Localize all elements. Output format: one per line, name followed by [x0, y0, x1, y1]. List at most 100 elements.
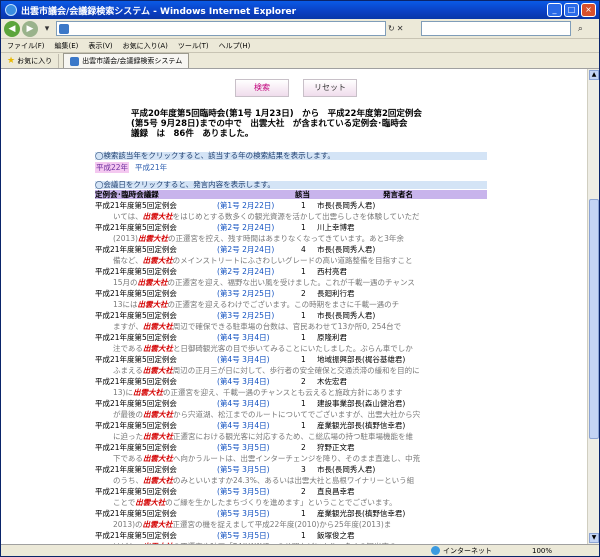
keyword-highlight: 出雲大社	[132, 388, 163, 397]
table-row: 平成21年度第5回定例会 第4号 3月4日 1 建設事業部長(森山健治君) が最後の出雲…	[95, 399, 487, 421]
results-table-header: 定例会･臨時会議録 該当 発言者名	[95, 190, 487, 199]
stop-icon[interactable]: ✕	[397, 24, 404, 33]
excerpt-post: の正遷宮を迎え、福野な出い風を受けました。これが千載一遇のチャンス	[167, 278, 415, 287]
meeting-date-link[interactable]: 第3号 2月25日	[217, 311, 274, 320]
speaker-name: 産業観光部長(槙野信幸君)	[317, 421, 406, 430]
menu-file[interactable]: ファイル(F)	[7, 41, 45, 51]
minimize-button[interactable]: _	[547, 3, 562, 17]
scroll-down-icon[interactable]: ▼	[589, 533, 599, 543]
meeting-date-link[interactable]: 第4号 3月4日	[217, 333, 270, 342]
meeting-date-link[interactable]: 第5号 3月5日	[217, 509, 270, 518]
browser-window: 出雲市議会/会議録検索システム - Windows Internet Explo…	[0, 0, 600, 557]
excerpt-post: 周辺で確保できる駐車場の台数は、官民あわせて13か所0, 254台で	[172, 322, 402, 331]
meeting-date-link[interactable]: 第5号 3月5日	[217, 487, 270, 496]
meeting-date-link[interactable]: 第1号 2月22日	[217, 201, 274, 210]
favorites-label: お気に入り	[17, 56, 53, 65]
speaker-name: 建設事業部長(森山健治君)	[317, 399, 406, 408]
keyword-highlight: 出雲大社	[135, 498, 166, 507]
table-row: 平成21年度第5回定例会 第5号 3月5日 2 狩野正文君下である出雲大社へ向かうルー…	[95, 443, 487, 465]
hit-count: 1	[301, 223, 306, 232]
table-row: 平成21年度第5回定例会 第2号 2月24日 1 川上幸博君 (2013)出雲大社の正遷…	[95, 223, 487, 245]
tab-current[interactable]: 出雲市議会/会議録検索システム	[63, 53, 190, 68]
excerpt-pre: ますが、	[113, 322, 143, 331]
back-button[interactable]: ◀	[4, 20, 20, 37]
search-button[interactable]: 検索	[235, 79, 289, 97]
meeting-date-link[interactable]: 第5号 3月5日	[217, 465, 270, 474]
excerpt-post: のメインストリートにふさわしいグレードの高い道路整備を目指すこと	[172, 256, 413, 265]
excerpt-post: のみといいますか24.3%、あるいは出雲大社と島根ワイナリーという組	[173, 476, 415, 485]
title-bar[interactable]: 出雲市議会/会議録検索システム - Windows Internet Explo…	[1, 1, 599, 19]
window-title: 出雲市議会/会議録検索システム - Windows Internet Explo…	[21, 6, 297, 17]
globe-icon	[431, 546, 440, 555]
maximize-button[interactable]: □	[564, 3, 579, 17]
search-input[interactable]	[421, 21, 572, 36]
meeting-date-link[interactable]: 第2号 2月24日	[217, 267, 274, 276]
keyword-highlight: 出雲大社	[142, 322, 173, 331]
meeting-name: 平成21年度第5回定例会	[95, 465, 177, 474]
button-row: 検索 リセット	[235, 79, 357, 97]
meeting-name: 平成21年度第5回定例会	[95, 531, 177, 540]
vertical-scrollbar[interactable]: ▲ ▼	[587, 69, 599, 544]
scroll-up-icon[interactable]: ▲	[589, 70, 599, 80]
hit-count: 4	[301, 245, 306, 254]
favorites-button[interactable]: ★ お気に入り	[1, 53, 60, 68]
address-bar[interactable]	[56, 21, 386, 36]
tab-title: 出雲市議会/会議録検索システム	[82, 57, 183, 65]
excerpt: のうち、出雲大社のみといいますか24.3%、あるいは出雲大社と島根ワイナリーとい…	[95, 476, 487, 487]
menu-view[interactable]: 表示(V)	[88, 41, 112, 51]
hit-count: 1	[301, 421, 306, 430]
meeting-date-link[interactable]: 第2号 2月24日	[217, 223, 274, 232]
refresh-icon[interactable]: ↻	[388, 24, 395, 33]
table-row: 平成21年度第5回定例会 第5号 3月5日 2 直良昌幸君ことで出雲大社のご縁を生かし…	[95, 487, 487, 509]
row-main: 平成21年度第5回定例会 第4号 3月4日 1 原隆利君	[95, 333, 487, 344]
hit-count: 1	[301, 201, 306, 210]
dropdown-icon[interactable]: ▾	[40, 22, 54, 36]
keyword-highlight: 出雲大社	[137, 234, 168, 243]
excerpt-pre: に迫った	[113, 432, 143, 441]
meeting-date-link[interactable]: 第4号 3月4日	[217, 421, 270, 430]
row-main: 平成21年度第5回定例会 第5号 3月5日 1 産業観光部長(槙野信幸君)	[95, 509, 487, 520]
table-row: 平成21年度第5回定例会 第4号 3月4日 1 原隆利君注である出雲大社と日御碕観光客…	[95, 333, 487, 355]
menu-help[interactable]: ヘルプ(H)	[219, 41, 251, 51]
row-main: 平成21年度第5回定例会 第5号 3月5日 3 市長(長岡秀人君)	[95, 465, 487, 476]
excerpt: 下である出雲大社へ向かうルートは、出雲インターチェンジを降り、そのまま直進し、中…	[95, 454, 487, 465]
hit-count: 1	[301, 267, 306, 276]
ie-icon	[5, 4, 17, 16]
table-row: 平成21年度第5回定例会 第3号 2月25日 2 長廻利行君 13には出雲大社の正遷宮を…	[95, 289, 487, 311]
result-summary: 平成20年度第5回臨時会(第1号 1月23日) から 平成22年度第2回定例会 …	[131, 109, 471, 139]
excerpt: 15月の出雲大社の正遷宮を迎え、福野な出い風を受けました。これが千載一遇のチャン…	[95, 278, 487, 289]
meeting-name: 平成21年度第5回定例会	[95, 487, 177, 496]
meeting-date-link[interactable]: 第5号 3月5日	[217, 531, 270, 540]
keyword-highlight: 出雲大社	[142, 454, 173, 463]
keyword-highlight: 出雲大社	[143, 432, 173, 441]
excerpt: ふまえる出雲大社周辺の正月三が日に対して、歩行者の安全確保と交通渋滞の緩和を目的…	[95, 366, 487, 377]
results-table: 平成21年度第5回定例会第1号 2月22日1市長(長岡秀人君)いては、出雲大社を…	[95, 201, 487, 544]
menu-tools[interactable]: ツール(T)	[178, 41, 209, 51]
page-viewport: 検索 リセット 平成20年度第5回臨時会(第1号 1月23日) から 平成22年…	[1, 69, 587, 544]
meeting-date-link[interactable]: 第5号 3月5日	[217, 443, 270, 452]
address-toolbar: ◀ ▶ ▾ ↻ ✕ ⌕	[1, 19, 599, 39]
meeting-date-link[interactable]: 第3号 2月25日	[217, 289, 274, 298]
meeting-date-link[interactable]: 第4号 3月4日	[217, 377, 270, 386]
forward-button[interactable]: ▶	[22, 20, 38, 37]
zoom-level[interactable]: 100%	[532, 547, 552, 555]
meeting-date-link[interactable]: 第4号 3月4日	[217, 399, 270, 408]
excerpt-post: と日御碕観光客の目で歩いてみることにいたしました。ぶらん車でしか	[172, 344, 413, 353]
table-row: 平成21年度第5回定例会 第1号 2月22日 1 市長(長岡秀人君) いては、出雲大社を…	[95, 201, 487, 223]
search-icon[interactable]: ⌕	[573, 22, 587, 36]
row-main: 平成21年度第5回定例会 第2号 2月24日 4 市長(長岡秀人君)	[95, 245, 487, 256]
excerpt: ますが、出雲大社周辺で確保できる駐車場の台数は、官民あわせて13か所0, 254…	[95, 322, 487, 333]
meeting-date-link[interactable]: 第2号 2月24日	[217, 245, 274, 254]
keyword-highlight: 出雲大社	[143, 410, 173, 419]
menu-edit[interactable]: 編集(E)	[55, 41, 79, 51]
close-button[interactable]: ×	[581, 3, 596, 17]
menu-favorites[interactable]: お気に入り(A)	[123, 41, 168, 51]
year-link-selected[interactable]: 平成22年	[95, 162, 130, 173]
scroll-thumb[interactable]	[589, 199, 599, 439]
speaker-name: 飯塚俊之君	[317, 531, 355, 540]
reset-button[interactable]: リセット	[303, 79, 357, 97]
year-link[interactable]: 平成21年	[135, 162, 167, 173]
summary-line-1: 平成20年度第5回臨時会(第1号 1月23日) から 平成22年度第2回定例会	[131, 109, 422, 119]
meeting-date-link[interactable]: 第4号 3月4日	[217, 355, 270, 364]
speaker-name: 市長(長岡秀人君)	[317, 245, 376, 254]
